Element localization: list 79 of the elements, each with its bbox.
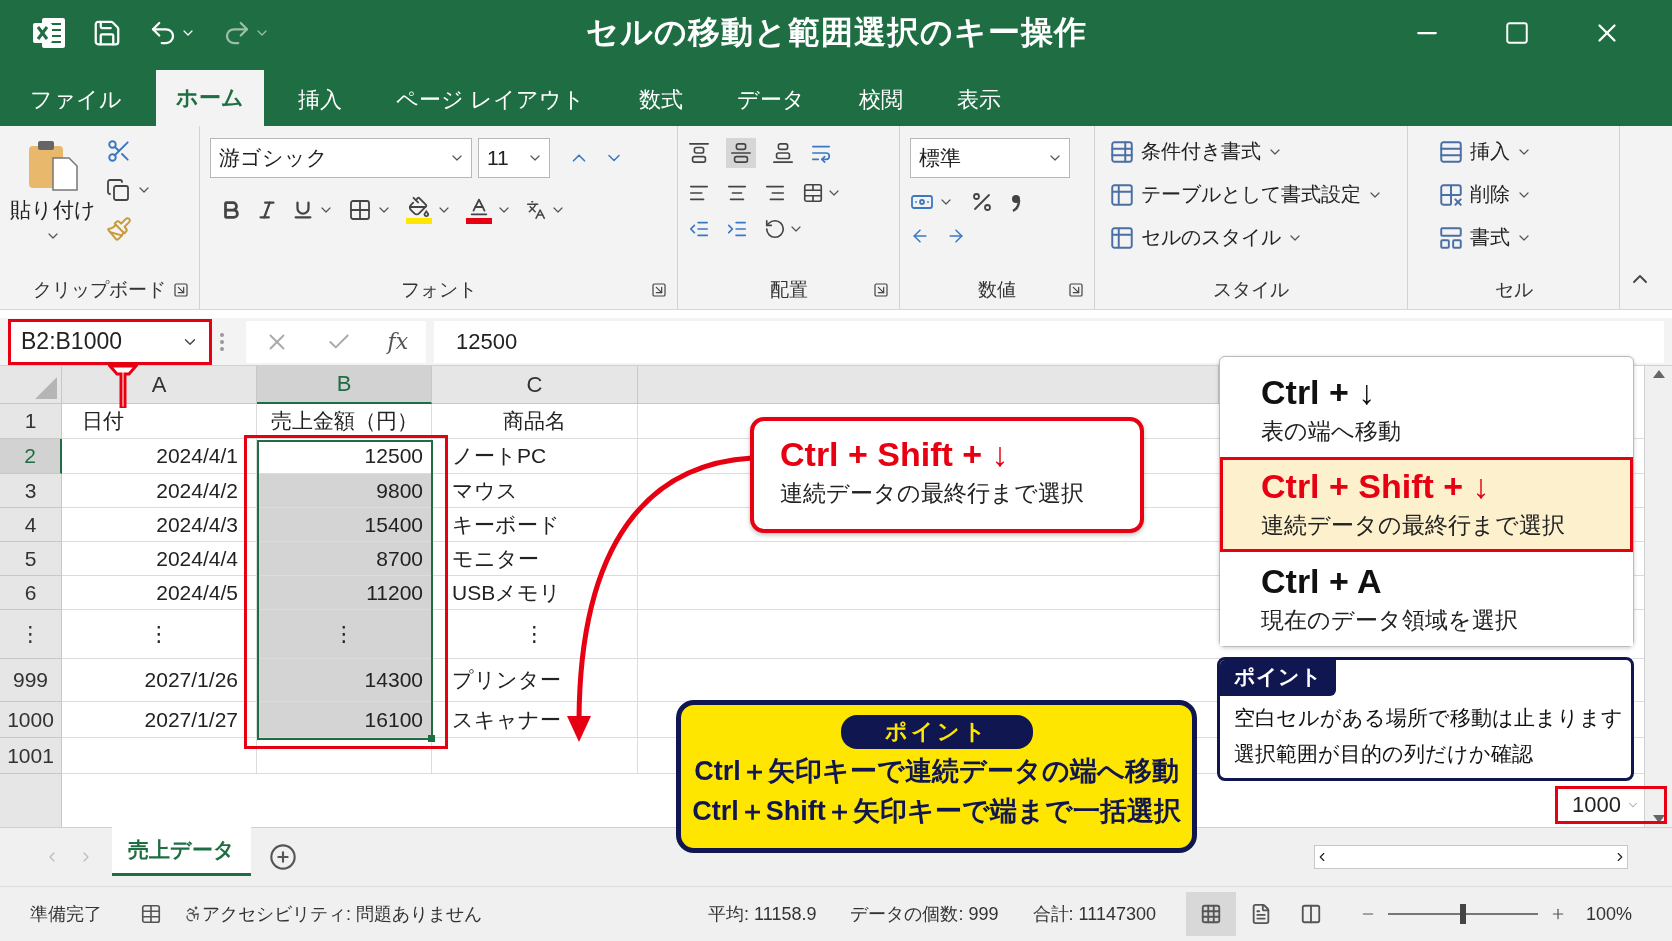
accessibility-status[interactable]: アクセシビリティ: 問題ありません xyxy=(202,902,482,927)
group-label: 数値 xyxy=(978,277,1016,302)
table-cell: 15400 xyxy=(257,508,432,543)
group-label: セル xyxy=(1494,277,1533,302)
shortcut-description: 連続データの最終行まで選択 xyxy=(1261,511,1566,541)
sum-value: 合計: 11147300 xyxy=(1032,903,1156,927)
table-cell: 8700 xyxy=(257,542,432,577)
style-menu-button[interactable]: セルのスタイル xyxy=(1109,224,1303,252)
group-label: クリップボード xyxy=(33,277,166,302)
column-header[interactable]: C xyxy=(432,366,638,405)
column-header[interactable]: B xyxy=(257,366,432,405)
ribbon-tab[interactable]: 校閲 xyxy=(839,74,924,127)
table-cell: ⋮ xyxy=(257,610,432,660)
table-cell: マウス xyxy=(432,474,638,509)
table-cell: 2027/1/26 xyxy=(62,659,257,703)
ribbon-tab[interactable]: ホーム xyxy=(156,70,264,127)
group-label: フォント xyxy=(400,277,477,302)
font-size-select[interactable]: 11 xyxy=(478,138,550,179)
tip-label: ポイント xyxy=(1220,660,1336,696)
table-cell: 2024/4/3 xyxy=(62,508,257,543)
table-cell: 2024/4/2 xyxy=(62,474,257,509)
table-cell: プリンター xyxy=(432,659,638,703)
ribbon-tab[interactable]: ページ レイアウト xyxy=(376,74,606,127)
table-cell: 16100 xyxy=(257,702,432,739)
shortcut-keys: Ctrl + Shift + ↓ xyxy=(1261,467,1630,507)
shortcut-description: 現在のデータ領域を選択 xyxy=(1261,605,1519,635)
table-cell: 2024/4/5 xyxy=(62,576,257,611)
shortcut-keys: Ctrl + Shift + ↓ xyxy=(780,435,1140,474)
table-cell: ⋮ xyxy=(432,610,638,660)
table-cell: 商品名 xyxy=(432,404,638,440)
shortcut-keys: Ctrl + ↓ xyxy=(1261,373,1630,413)
table-cell: スキャナー xyxy=(432,702,638,739)
ribbon-tab[interactable]: 挿入 xyxy=(278,74,362,127)
number-format-select[interactable]: 標準 xyxy=(910,138,1070,179)
table-cell: 2027/1/27 xyxy=(62,702,257,739)
group-label: スタイル xyxy=(1213,277,1289,302)
average-value: 平均: 11158.9 xyxy=(708,903,817,927)
insert-function-button[interactable]: fx xyxy=(387,329,409,355)
sheet-tab[interactable]: 売上データ xyxy=(112,827,251,877)
shortcut-keys: Ctrl + A xyxy=(1261,561,1630,601)
table-cell: 12500 xyxy=(257,439,432,475)
ribbon-tab[interactable]: 表示 xyxy=(937,74,1022,127)
summary-label: ポイント xyxy=(840,715,1033,749)
name-box[interactable]: B2:B1000 xyxy=(8,318,212,365)
tip-text: 空白セルがある場所で移動は止まります xyxy=(1233,705,1624,731)
count-value: データの個数: 999 xyxy=(850,903,999,927)
zoom-level[interactable]: 100% xyxy=(1585,903,1632,925)
font-name-select[interactable]: 游ゴシック xyxy=(210,138,472,179)
tip-text: 選択範囲が目的の列だけか確認 xyxy=(1233,741,1534,767)
style-menu-button[interactable]: テーブルとして書式設定 xyxy=(1109,181,1383,209)
row-header[interactable]: 2 xyxy=(0,439,62,475)
cells-menu-button[interactable]: 削除 xyxy=(1438,181,1532,209)
status-text: 準備完了 xyxy=(30,903,102,927)
ribbon-tab[interactable]: ファイル xyxy=(10,74,142,127)
cells-menu-button[interactable]: 書式 xyxy=(1438,224,1532,252)
window-title: セルの移動と範囲選択のキー操作 xyxy=(585,13,1087,53)
table-cell: 2024/4/4 xyxy=(62,542,257,577)
table-cell: ⋮ xyxy=(62,610,257,660)
table-cell: 売上金額（円） xyxy=(257,404,432,440)
table-cell: USBメモリ xyxy=(432,576,638,611)
style-menu-button[interactable]: 条件付き書式 xyxy=(1109,138,1283,166)
summary-text: Ctrl＋Shift＋矢印キーで端まで一括選択 xyxy=(692,795,1181,828)
table-cell: 2024/4/1 xyxy=(62,439,257,475)
shortcut-description: 表の端へ移動 xyxy=(1261,417,1402,447)
table-cell: 14300 xyxy=(257,659,432,703)
paste-label[interactable]: 貼り付け xyxy=(10,196,96,225)
column-header[interactable]: A xyxy=(62,366,257,405)
ribbon-tab[interactable]: 数式 xyxy=(619,74,704,127)
callout-text: 連続データの最終行まで選択 xyxy=(780,479,1085,508)
ribbon-tab[interactable]: データ xyxy=(717,74,826,127)
formula-input[interactable]: 12500 xyxy=(434,320,1664,363)
summary-text: Ctrl＋矢印キーで連続データの端へ移動 xyxy=(694,755,1179,788)
table-cell: ノートPC xyxy=(432,439,638,475)
table-cell: 日付 xyxy=(62,404,257,440)
table-cell: モニター xyxy=(432,542,638,577)
cells-menu-button[interactable]: 挿入 xyxy=(1438,138,1532,166)
table-cell: 9800 xyxy=(257,474,432,509)
table-cell: 11200 xyxy=(257,576,432,611)
group-label: 配置 xyxy=(769,277,808,302)
